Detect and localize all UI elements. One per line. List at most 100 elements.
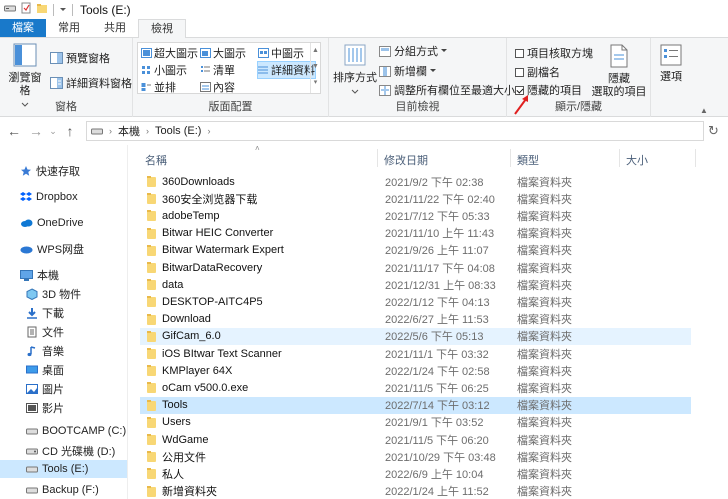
layout-extra-large-icons[interactable]: 超大圖示 (141, 45, 198, 61)
column-header-date[interactable]: 修改日期 (384, 152, 428, 168)
up-arrow-icon[interactable]: ↑ (59, 123, 81, 139)
sidebar-item-bootcamp[interactable]: BOOTCAMP (C:) (26, 422, 126, 440)
new-folder-icon[interactable] (37, 3, 48, 16)
table-row[interactable]: adobeTemp 2021/7/12 下午 05:33 檔案資料夾 (140, 207, 691, 224)
table-row[interactable]: Bitwar HEIC Converter 2021/11/10 上午 11:43… (140, 225, 691, 242)
table-row[interactable]: 私人 2022/6/9 上午 10:04 檔案資料夾 (140, 465, 691, 482)
breadcrumb-current-drive[interactable]: Tools (E:) (155, 125, 201, 137)
layout-small-icons[interactable]: 小圖示 (141, 62, 187, 78)
sidebar-item-this-pc[interactable]: 本機 (20, 266, 59, 284)
layout-extra-large-label: 超大圖示 (154, 48, 198, 60)
layout-list[interactable]: 清單 (200, 62, 235, 78)
table-row[interactable]: 新增資料夾 2022/1/24 上午 11:52 檔案資料夾 (140, 483, 691, 499)
column-header-type[interactable]: 類型 (517, 152, 539, 168)
sidebar-item-videos[interactable]: 影片 (26, 399, 64, 417)
table-row[interactable]: data 2021/12/31 上午 08:33 檔案資料夾 (140, 276, 691, 293)
properties-icon[interactable] (21, 2, 32, 17)
group-by-icon (379, 45, 391, 57)
sidebar-item-backup[interactable]: Backup (F:) (26, 481, 99, 499)
file-type: 檔案資料夾 (517, 210, 572, 223)
file-extensions-checkbox[interactable] (515, 67, 524, 77)
table-row[interactable]: iOS BItwar Text Scanner 2021/11/1 下午 03:3… (140, 345, 691, 362)
sidebar-item-cd-drive[interactable]: CD 光碟機 (D:) (26, 442, 115, 460)
table-row[interactable]: Users 2021/9/1 下午 03:52 檔案資料夾 (140, 414, 691, 431)
sidebar-item-onedrive[interactable]: OneDrive (20, 214, 83, 232)
folder-icon (147, 382, 156, 394)
layout-medium-label: 中圖示 (271, 48, 304, 60)
tab-share[interactable]: 共用 (92, 19, 138, 37)
file-name: KMPlayer 64X (162, 364, 233, 377)
options-button[interactable]: 選項 (655, 43, 687, 84)
refresh-icon[interactable]: ↻ (708, 123, 719, 139)
preview-pane-label: 預覽窗格 (66, 53, 110, 65)
column-header-name[interactable]: 名稱 ˄ (145, 144, 260, 168)
add-columns-button[interactable]: 新增欄 (379, 63, 436, 79)
sidebar-item-documents[interactable]: 文件 (26, 323, 64, 341)
table-row[interactable]: WdGame 2021/11/5 下午 06:20 檔案資料夾 (140, 431, 691, 448)
column-divider[interactable] (377, 149, 378, 167)
file-name-cell: BitwarDataRecovery (147, 262, 262, 274)
details-pane-button[interactable]: 詳細資料窗格 (50, 75, 132, 91)
sidebar-item-desktop[interactable]: 桌面 (26, 361, 64, 379)
file-type: 檔案資料夾 (517, 365, 572, 378)
customize-toolbar-icon[interactable] (59, 4, 67, 16)
video-icon (26, 403, 38, 413)
layout-content[interactable]: 內容 (200, 79, 235, 95)
table-row[interactable]: Download 2022/6/27 上午 11:53 檔案資料夾 (140, 311, 691, 328)
collapse-ribbon-icon[interactable]: ▲ (700, 106, 708, 115)
layout-gallery-scroll[interactable]: ▲ ▼ ▾ (310, 43, 320, 93)
table-row[interactable]: BitwarDataRecovery 2021/11/17 下午 04:08 檔案資… (140, 259, 691, 276)
sidebar-item-music[interactable]: 音樂 (26, 342, 64, 360)
group-by-button[interactable]: 分組方式 (379, 43, 447, 59)
sidebar-item-tools-drive[interactable]: Tools (E:) (0, 460, 127, 478)
table-row[interactable]: Bitwar Watermark Expert 2021/9/26 上午 11:0… (140, 242, 691, 259)
tab-home[interactable]: 常用 (46, 19, 92, 37)
layout-tiles[interactable]: 並排 (141, 79, 176, 95)
file-extensions-toggle[interactable]: 副檔名 (515, 64, 560, 80)
layout-details[interactable]: 詳細資料 (257, 61, 316, 79)
computer-icon (20, 269, 33, 281)
tab-file[interactable]: 檔案 (0, 19, 46, 37)
sidebar-item-label: CD 光碟機 (D:) (42, 446, 116, 458)
layout-medium-icons[interactable]: 中圖示 (258, 45, 304, 61)
sidebar-item-downloads[interactable]: 下載 (26, 304, 64, 322)
hide-selected-items-button[interactable]: 隱藏 選取的項目 (591, 43, 647, 99)
table-row[interactable]: 360安全浏览器下载 2021/11/22 下午 02:40 檔案資料夾 (140, 190, 691, 207)
file-date: 2022/5/6 下午 05:13 (385, 331, 484, 344)
address-bar[interactable]: › 本機 › Tools (E:) › (86, 121, 704, 141)
item-checkboxes-toggle[interactable]: 項目核取方塊 (515, 45, 593, 61)
size-all-columns-button[interactable]: 調整所有欄位至最適大小 (379, 82, 515, 98)
file-name: 公用文件 (162, 451, 206, 464)
table-row[interactable]: oCam v500.0.exe 2021/11/5 下午 06:25 檔案資料夾 (140, 379, 691, 396)
table-row[interactable]: 公用文件 2021/10/29 下午 03:48 檔案資料夾 (140, 448, 691, 465)
breadcrumb-this-pc[interactable]: 本機 (118, 123, 140, 139)
3d-objects-icon (26, 288, 38, 300)
table-row[interactable]: Tools 2022/7/14 下午 03:12 檔案資料夾 (140, 396, 691, 414)
sidebar-item-wps[interactable]: WPS网盘 (20, 240, 84, 258)
layout-large-icons[interactable]: 大圖示 (200, 45, 246, 61)
table-row[interactable]: GifCam_6.0 2022/5/6 下午 05:13 檔案資料夾 (140, 327, 691, 345)
table-row[interactable]: DESKTOP-AITC4P5 2022/1/12 下午 04:13 檔案資料夾 (140, 293, 691, 310)
item-checkboxes-checkbox[interactable] (515, 48, 524, 58)
preview-pane-button[interactable]: 預覽窗格 (50, 50, 110, 66)
sort-by-button[interactable]: 排序方式 (333, 42, 377, 98)
back-arrow-icon[interactable]: ← (3, 123, 25, 139)
sidebar-item-quick-access[interactable]: 快速存取 (20, 162, 80, 180)
tab-view[interactable]: 檢視 (138, 19, 186, 39)
recent-locations-icon[interactable]: ⌄ (47, 126, 59, 137)
sidebar-item-label: 桌面 (42, 365, 64, 377)
sidebar-item-pictures[interactable]: 圖片 (26, 380, 64, 398)
table-row[interactable]: KMPlayer 64X 2022/1/24 下午 02:58 檔案資料夾 (140, 362, 691, 379)
sidebar-item-3d-objects[interactable]: 3D 物件 (26, 285, 81, 303)
column-divider[interactable] (510, 149, 511, 167)
column-divider[interactable] (619, 149, 620, 167)
forward-arrow-icon[interactable]: → (25, 123, 47, 139)
sidebar-item-dropbox[interactable]: Dropbox (20, 188, 78, 206)
file-date: 2021/11/17 下午 04:08 (385, 262, 495, 275)
column-header-size[interactable]: 大小 (626, 152, 648, 168)
navigation-pane-icon (13, 43, 37, 67)
file-name-cell: KMPlayer 64X (147, 365, 232, 377)
column-divider[interactable] (695, 149, 696, 167)
file-name: iOS BItwar Text Scanner (162, 347, 282, 360)
table-row[interactable]: 360Downloads 2021/9/2 下午 02:38 檔案資料夾 (140, 173, 691, 190)
